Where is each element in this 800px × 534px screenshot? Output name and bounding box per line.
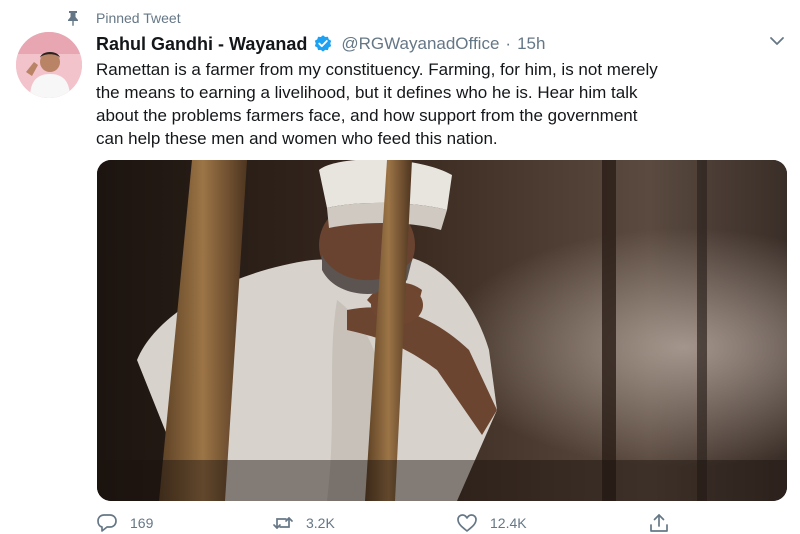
tweet-text-line: about the problems farmers face, and how… xyxy=(96,106,638,125)
media-image xyxy=(97,160,787,501)
reply-button[interactable]: 169 xyxy=(96,512,153,534)
author-handle[interactable]: @RGWayanadOffice xyxy=(341,34,499,54)
tweet-text: Ramettan is a farmer from my constituenc… xyxy=(96,58,786,150)
tweet-media-video[interactable] xyxy=(97,160,787,501)
tweet-text-line: can help these men and women who feed th… xyxy=(96,129,498,148)
retweet-icon xyxy=(273,517,293,529)
retweet-count: 3.2K xyxy=(306,515,335,531)
like-count: 12.4K xyxy=(490,515,527,531)
pin-icon xyxy=(68,11,78,26)
share-icon xyxy=(650,514,668,532)
like-button[interactable]: 12.4K xyxy=(456,512,527,534)
tweet-actions: 169 3.2K 12.4K xyxy=(96,512,716,534)
reply-icon xyxy=(97,514,117,532)
heart-icon xyxy=(457,514,477,532)
chevron-down-icon[interactable] xyxy=(766,30,788,52)
avatar-image xyxy=(16,32,82,98)
separator-dot: · xyxy=(505,34,512,53)
author-name[interactable]: Rahul Gandhi - Wayanad xyxy=(96,34,307,55)
pinned-tweet-label: Pinned Tweet xyxy=(96,10,181,26)
verified-badge-icon xyxy=(315,35,332,52)
tweet-timestamp[interactable]: 15h xyxy=(517,34,545,54)
pinned-tweet-indicator: Pinned Tweet xyxy=(66,8,181,28)
reply-count: 169 xyxy=(130,515,154,531)
avatar[interactable] xyxy=(16,32,82,98)
tweet-header: Rahul Gandhi - Wayanad @RGWayanadOffice … xyxy=(96,32,545,56)
share-button[interactable] xyxy=(648,512,682,534)
tweet-text-line: the means to earning a livelihood, but i… xyxy=(96,83,638,102)
tweet-text-line: Ramettan is a farmer from my constituenc… xyxy=(96,60,658,79)
retweet-button[interactable]: 3.2K xyxy=(272,512,335,534)
